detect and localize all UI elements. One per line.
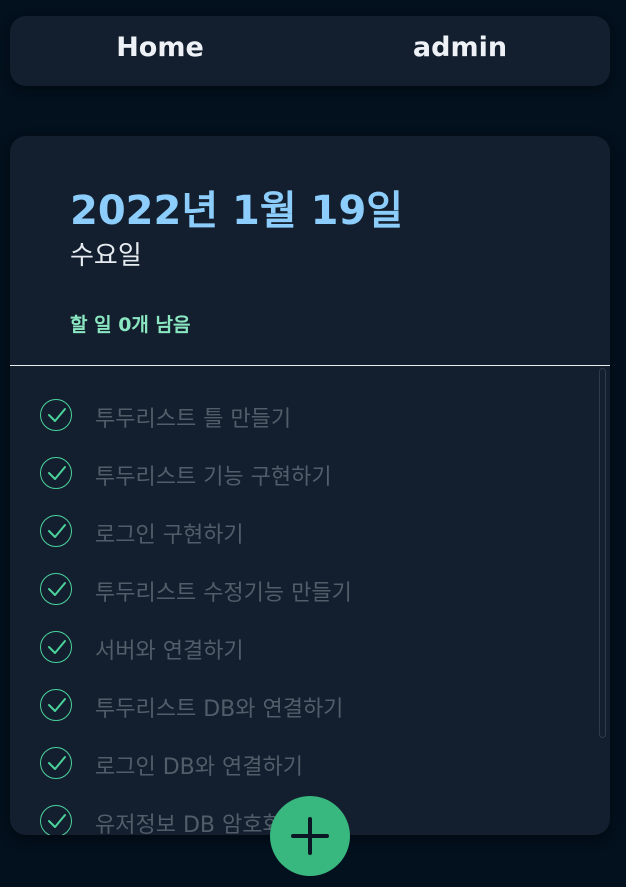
todo-text: 투두리스트 DB와 연결하기 (95, 697, 344, 722)
todo-item[interactable]: 투두리스트 수정기능 만들기 (40, 573, 580, 607)
list-scrollbar[interactable] (599, 368, 606, 738)
top-nav: Home admin (10, 16, 610, 86)
weekday-label: 수요일 (70, 241, 142, 271)
check-icon[interactable] (40, 515, 72, 547)
todo-item[interactable]: 투두리스트 기능 구현하기 (40, 457, 580, 491)
todo-card: 2022년 1월 19일 수요일 할 일 0개 남음 투두리스트 틀 만들기 투… (10, 136, 610, 835)
todo-text: 투두리스트 수정기능 만들기 (95, 581, 352, 606)
check-icon[interactable] (40, 689, 72, 721)
todo-text: 서버와 연결하기 (95, 639, 244, 664)
remaining-count: 할 일 0개 남음 (70, 314, 191, 336)
check-icon[interactable] (40, 747, 72, 779)
check-icon[interactable] (40, 573, 72, 605)
todo-text: 로그인 구현하기 (95, 523, 244, 548)
todo-item[interactable]: 투두리스트 DB와 연결하기 (40, 689, 580, 723)
todo-text: 로그인 DB와 연결하기 (95, 755, 303, 780)
todo-item[interactable]: 로그인 DB와 연결하기 (40, 747, 580, 781)
plus-icon (291, 817, 329, 855)
check-icon[interactable] (40, 805, 72, 835)
nav-home-link[interactable]: Home (80, 16, 240, 80)
add-todo-button[interactable] (270, 796, 350, 876)
check-icon[interactable] (40, 457, 72, 489)
todo-item[interactable]: 로그인 구현하기 (40, 515, 580, 549)
todo-text: 투두리스트 틀 만들기 (95, 407, 292, 432)
todo-text: 투두리스트 기능 구현하기 (95, 465, 332, 490)
check-icon[interactable] (40, 399, 72, 431)
todo-item[interactable]: 서버와 연결하기 (40, 631, 580, 665)
check-icon[interactable] (40, 631, 72, 663)
todo-text: 유저정보 DB 암호화 (95, 813, 283, 835)
date-heading: 2022년 1월 19일 (70, 188, 404, 234)
nav-user-link[interactable]: admin (380, 16, 540, 80)
todo-list: 투두리스트 틀 만들기 투두리스트 기능 구현하기 로그인 구현하기 투두리스트… (10, 366, 610, 835)
todo-item[interactable]: 투두리스트 틀 만들기 (40, 399, 580, 433)
